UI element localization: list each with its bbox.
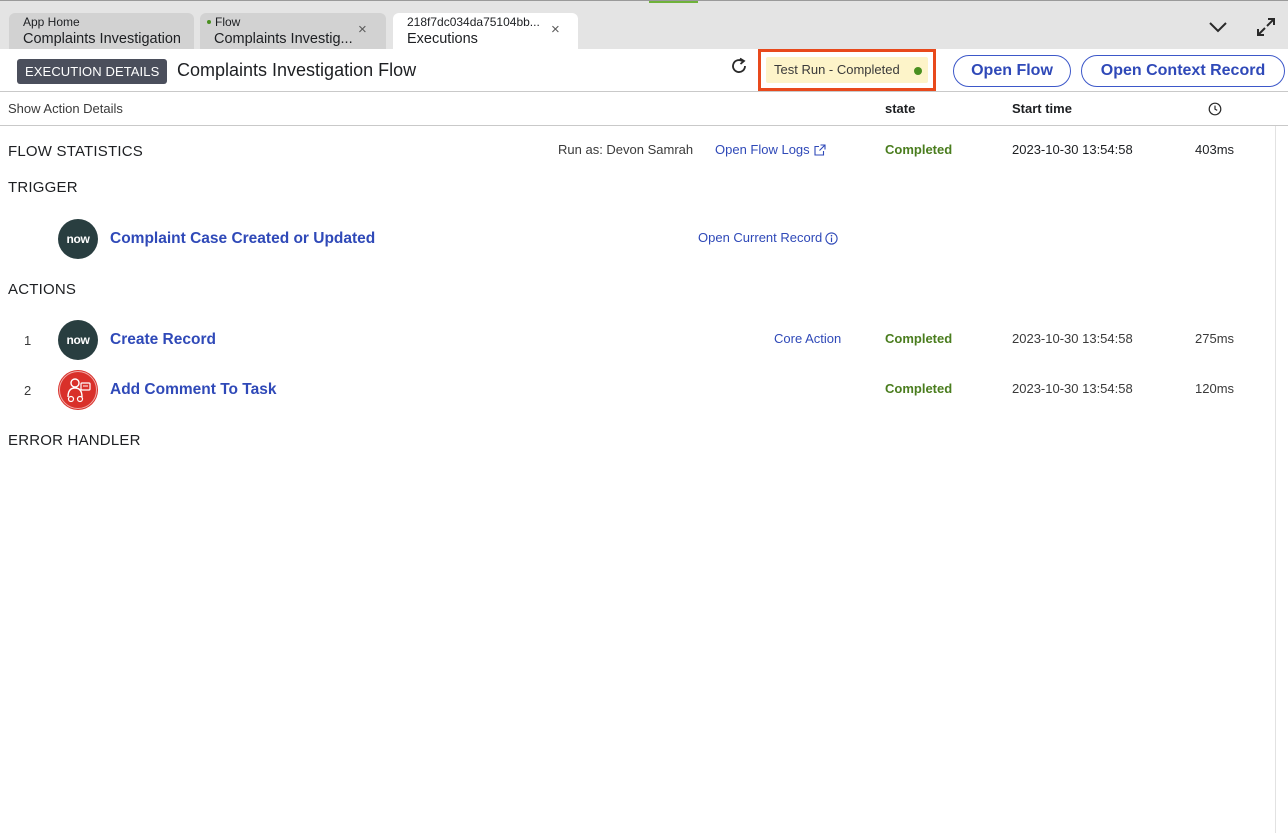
column-header-row: Show Action Details state Start time bbox=[0, 92, 1288, 126]
core-action-tag: Core Action bbox=[774, 331, 842, 346]
action-duration: 275ms bbox=[1195, 331, 1235, 346]
flow-duration: 403ms bbox=[1195, 142, 1235, 157]
expand-icon[interactable] bbox=[1254, 15, 1278, 39]
tab-flow[interactable]: Flow Complaints Investig... × bbox=[200, 13, 386, 50]
actions-heading: ACTIONS bbox=[8, 281, 77, 298]
tab-app-home[interactable]: App Home Complaints Investigation bbox=[9, 13, 194, 50]
servicenow-icon: now bbox=[58, 219, 98, 259]
active-indicator bbox=[649, 1, 698, 3]
tab-subtitle: App Home bbox=[23, 15, 80, 29]
status-badge: Test Run - Completed bbox=[766, 57, 928, 83]
open-context-record-button[interactable]: Open Context Record bbox=[1081, 55, 1285, 87]
error-handler-heading: ERROR HANDLER bbox=[8, 432, 141, 449]
tab-subtitle: Flow bbox=[215, 15, 241, 29]
open-flow-logs-label: Open Flow Logs bbox=[715, 142, 810, 157]
external-link-icon bbox=[813, 143, 826, 157]
open-flow-button[interactable]: Open Flow bbox=[953, 55, 1071, 87]
action-number: 1 bbox=[24, 333, 32, 348]
trigger-title-link[interactable]: Complaint Case Created or Updated bbox=[110, 229, 375, 249]
column-start-time: Start time bbox=[1012, 101, 1072, 116]
open-current-record-link[interactable]: Open Current Record bbox=[698, 230, 838, 246]
action-state: Completed bbox=[885, 331, 953, 346]
status-dot-icon bbox=[914, 67, 922, 75]
clock-icon bbox=[1208, 102, 1222, 116]
action-start-time: 2023-10-30 13:54:58 bbox=[1012, 331, 1133, 346]
flow-statistics-heading: FLOW STATISTICS bbox=[8, 143, 143, 160]
action-title-link[interactable]: Create Record bbox=[110, 330, 216, 350]
status-highlight: Test Run - Completed bbox=[758, 49, 936, 91]
run-as-label: Run as: Devon Samrah bbox=[558, 142, 694, 157]
show-action-details-toggle[interactable]: Show Action Details bbox=[8, 101, 123, 117]
open-flow-logs-link[interactable]: Open Flow Logs bbox=[715, 142, 826, 158]
open-current-record-label: Open Current Record bbox=[698, 230, 823, 245]
page-title: Complaints Investigation Flow bbox=[177, 60, 417, 80]
action-duration: 120ms bbox=[1195, 381, 1235, 396]
close-tab-icon[interactable]: × bbox=[358, 22, 367, 37]
action-state: Completed bbox=[885, 381, 953, 396]
servicenow-icon: now bbox=[58, 320, 98, 360]
unsaved-dot bbox=[207, 20, 211, 24]
execution-details-badge: EXECUTION DETAILS bbox=[17, 59, 168, 84]
tab-bar: App Home Complaints Investigation Flow C… bbox=[0, 0, 1288, 50]
action-start-time: 2023-10-30 13:54:58 bbox=[1012, 381, 1133, 396]
action-title-link[interactable]: Add Comment To Task bbox=[110, 380, 277, 400]
trigger-heading: TRIGGER bbox=[8, 179, 78, 196]
divider bbox=[1275, 126, 1276, 833]
tab-executions[interactable]: 218f7dc034da75104bb... Executions × bbox=[393, 13, 578, 50]
status-label: Test Run - Completed bbox=[774, 62, 900, 77]
refresh-icon[interactable] bbox=[728, 55, 750, 77]
info-icon bbox=[825, 231, 838, 245]
action-number: 2 bbox=[24, 383, 32, 398]
column-state: state bbox=[885, 101, 916, 116]
flow-start-time: 2023-10-30 13:54:58 bbox=[1012, 142, 1133, 157]
tab-title: Complaints Investigation bbox=[23, 31, 181, 47]
flow-state: Completed bbox=[885, 142, 953, 157]
close-tab-icon[interactable]: × bbox=[551, 22, 560, 37]
execution-header: EXECUTION DETAILS Complaints Investigati… bbox=[0, 49, 1288, 92]
chevron-down-icon[interactable] bbox=[1206, 15, 1230, 39]
task-comment-icon bbox=[58, 370, 98, 410]
